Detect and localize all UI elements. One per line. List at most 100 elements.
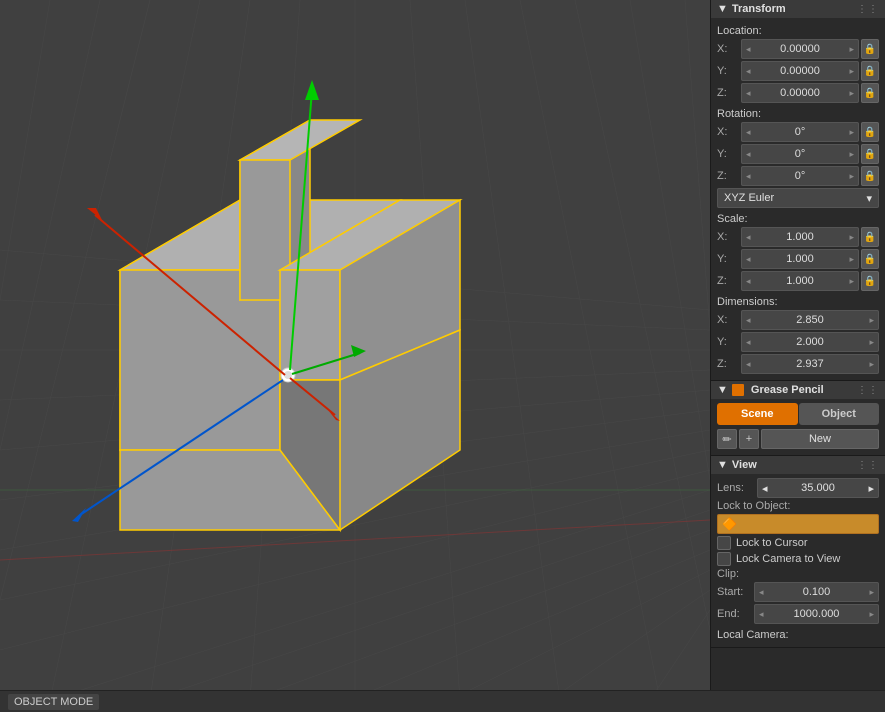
- scale-z-arrow-right[interactable]: ▸: [849, 276, 854, 287]
- location-label: Location:: [717, 22, 879, 39]
- lock-camera-row[interactable]: Lock Camera to View: [717, 552, 879, 566]
- rotation-z-label: Z:: [717, 170, 739, 182]
- dim-x-row: X: ◂ 2.850 ▸: [717, 310, 879, 330]
- rotation-x-lock[interactable]: 🔒: [861, 122, 879, 142]
- rotation-z-arrow-right[interactable]: ▸: [849, 171, 854, 182]
- viewport-3d[interactable]: [0, 0, 710, 690]
- rotation-x-label: X:: [717, 126, 739, 138]
- lens-arrow-left[interactable]: ◂: [762, 482, 768, 495]
- location-z-lock[interactable]: 🔒: [861, 83, 879, 103]
- rotation-x-arrow-right[interactable]: ▸: [849, 127, 854, 138]
- dim-z-label: Z:: [717, 358, 739, 370]
- rotation-y-label: Y:: [717, 148, 739, 160]
- rotation-z-input[interactable]: ◂ 0° ▸: [741, 166, 859, 186]
- transform-dots: ⋮⋮: [857, 4, 879, 15]
- grease-pencil-icon: [732, 384, 744, 396]
- clip-end-input[interactable]: ◂ 1000.000 ▸: [754, 604, 879, 624]
- location-x-input[interactable]: ◂ 0.00000 ▸: [741, 39, 859, 59]
- clip-end-row: End: ◂ 1000.000 ▸: [717, 604, 879, 624]
- rotation-y-input[interactable]: ◂ 0° ▸: [741, 144, 859, 164]
- location-z-input[interactable]: ◂ 0.00000 ▸: [741, 83, 859, 103]
- rotation-z-lock[interactable]: 🔒: [861, 166, 879, 186]
- euler-value: XYZ Euler: [724, 192, 774, 204]
- lock-object-button[interactable]: 🔶: [717, 514, 879, 534]
- scale-x-input[interactable]: ◂ 1.000 ▸: [741, 227, 859, 247]
- rotation-y-row: Y: ◂ 0° ▸ 🔒: [717, 144, 879, 164]
- clip-end-arrow-right[interactable]: ▸: [869, 609, 874, 620]
- location-x-lock[interactable]: 🔒: [861, 39, 879, 59]
- rotation-z-row: Z: ◂ 0° ▸ 🔒: [717, 166, 879, 186]
- euler-row: XYZ Euler ▾: [717, 188, 879, 208]
- location-z-value: 0.00000: [751, 87, 850, 99]
- scale-x-label: X:: [717, 231, 739, 243]
- clip-start-input[interactable]: ◂ 0.100 ▸: [754, 582, 879, 602]
- dim-y-input[interactable]: ◂ 2.000 ▸: [741, 332, 879, 352]
- lock-cursor-checkbox[interactable]: [717, 536, 731, 550]
- scale-z-row: Z: ◂ 1.000 ▸ 🔒: [717, 271, 879, 291]
- dim-y-row: Y: ◂ 2.000 ▸: [717, 332, 879, 352]
- gp-add-icon-btn[interactable]: +: [739, 429, 759, 449]
- grease-pencil-triangle-icon: ▼: [717, 384, 728, 396]
- lock-camera-checkbox[interactable]: [717, 552, 731, 566]
- location-z-arrow-right[interactable]: ▸: [849, 88, 854, 99]
- location-x-arrow-right[interactable]: ▸: [849, 44, 854, 55]
- lock-cursor-label: Lock to Cursor: [736, 537, 808, 549]
- location-y-lock[interactable]: 🔒: [861, 61, 879, 81]
- gp-new-button[interactable]: New: [761, 429, 879, 449]
- lock-object-label: Lock to Object:: [717, 500, 879, 512]
- dim-z-arrow-right[interactable]: ▸: [869, 359, 874, 370]
- dim-x-arrow-right[interactable]: ▸: [869, 315, 874, 326]
- gp-tabs: Scene Object: [717, 403, 879, 425]
- lock-object-row: Lock to Object: 🔶: [717, 500, 879, 534]
- view-section: ▼ View ⋮⋮ Lens: ◂ 35.000 ▸ Lock to: [711, 456, 885, 648]
- gp-tab-scene[interactable]: Scene: [717, 403, 798, 425]
- clip-label: Clip:: [717, 568, 879, 580]
- transform-section: ▼ Transform ⋮⋮ Location: X: ◂ 0.00000 ▸ …: [711, 0, 885, 381]
- location-x-value: 0.00000: [751, 43, 850, 55]
- transform-header[interactable]: ▼ Transform ⋮⋮: [711, 0, 885, 18]
- location-z-label: Z:: [717, 87, 739, 99]
- rotation-y-arrow-right[interactable]: ▸: [849, 149, 854, 160]
- location-y-arrow-right[interactable]: ▸: [849, 66, 854, 77]
- statusbar-mode: OBJECT MODE: [8, 694, 99, 710]
- location-x-label: X:: [717, 43, 739, 55]
- dim-y-arrow-right[interactable]: ▸: [869, 337, 874, 348]
- grease-pencil-section: ▼ Grease Pencil ⋮⋮ Scene Object: [711, 381, 885, 456]
- scale-y-input[interactable]: ◂ 1.000 ▸: [741, 249, 859, 269]
- location-z-row: Z: ◂ 0.00000 ▸ 🔒: [717, 83, 879, 103]
- scale-y-row: Y: ◂ 1.000 ▸ 🔒: [717, 249, 879, 269]
- scale-x-lock[interactable]: 🔒: [861, 227, 879, 247]
- location-y-label: Y:: [717, 65, 739, 77]
- rotation-label: Rotation:: [717, 105, 879, 122]
- dim-x-input[interactable]: ◂ 2.850 ▸: [741, 310, 879, 330]
- scale-x-arrow-right[interactable]: ▸: [849, 232, 854, 243]
- view-dots: ⋮⋮: [857, 460, 879, 471]
- clip-start-value: 0.100: [764, 586, 870, 598]
- scale-label: Scale:: [717, 210, 879, 227]
- euler-dropdown[interactable]: XYZ Euler ▾: [717, 188, 879, 208]
- lock-cursor-row[interactable]: Lock to Cursor: [717, 536, 879, 550]
- scale-z-input[interactable]: ◂ 1.000 ▸: [741, 271, 859, 291]
- grease-pencil-header[interactable]: ▼ Grease Pencil ⋮⋮: [711, 381, 885, 399]
- gp-tab-object-label: Object: [822, 408, 856, 420]
- scale-y-lock[interactable]: 🔒: [861, 249, 879, 269]
- gp-tab-object[interactable]: Object: [799, 403, 880, 425]
- clip-start-arrow-right[interactable]: ▸: [869, 587, 874, 598]
- location-y-input[interactable]: ◂ 0.00000 ▸: [741, 61, 859, 81]
- lens-label: Lens:: [717, 482, 757, 494]
- gp-pencil-icon-btn[interactable]: ✏: [717, 429, 737, 449]
- rotation-x-value: 0°: [751, 126, 850, 138]
- lens-arrow-right[interactable]: ▸: [868, 482, 874, 495]
- lens-input[interactable]: ◂ 35.000 ▸: [757, 478, 879, 498]
- statusbar-mode-label[interactable]: OBJECT MODE: [8, 694, 99, 710]
- view-header[interactable]: ▼ View ⋮⋮: [711, 456, 885, 474]
- scale-y-arrow-right[interactable]: ▸: [849, 254, 854, 265]
- right-panel: ▼ Transform ⋮⋮ Location: X: ◂ 0.00000 ▸ …: [710, 0, 885, 690]
- gp-new-label: New: [809, 433, 831, 445]
- rotation-x-input[interactable]: ◂ 0° ▸: [741, 122, 859, 142]
- rotation-y-lock[interactable]: 🔒: [861, 144, 879, 164]
- dim-z-input[interactable]: ◂ 2.937 ▸: [741, 354, 879, 374]
- rotation-x-row: X: ◂ 0° ▸ 🔒: [717, 122, 879, 142]
- scale-z-lock[interactable]: 🔒: [861, 271, 879, 291]
- grease-pencil-dots: ⋮⋮: [857, 385, 879, 396]
